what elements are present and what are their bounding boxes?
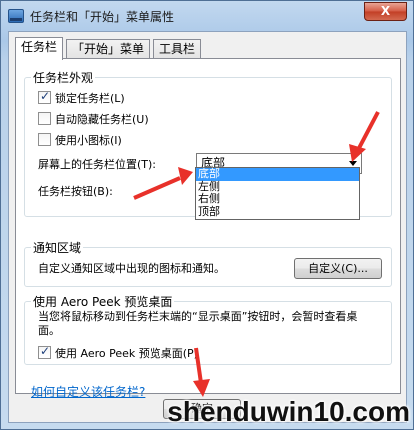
customize-button[interactable]: 自定义(C)... [294, 258, 382, 279]
close-button[interactable]: X [364, 2, 407, 21]
location-label: 屏幕上的任务栏位置(T): [38, 158, 157, 171]
title-bar[interactable]: 任务栏和「开始」菜单属性 X [1, 1, 413, 31]
dialog-window: 任务栏和「开始」菜单属性 X 任务栏 「开始」菜单 工具栏 任务栏外观 锁定任务… [0, 0, 414, 430]
notification-description: 自定义通知区域中出现的图标和通知。 [38, 262, 225, 275]
tab-toolbars[interactable]: 工具栏 [153, 39, 202, 59]
small-icons-label: 使用小图标(I) [55, 134, 122, 147]
use-peek-checkbox[interactable] [38, 344, 51, 359]
dropdown-option-bottom[interactable]: 底部 [196, 168, 359, 181]
buttons-label: 任务栏按钮(B): [38, 185, 113, 198]
small-icons-row[interactable]: 使用小图标(I) [38, 132, 122, 148]
appearance-group-title: 任务栏外观 [31, 69, 96, 86]
auto-hide-row[interactable]: 自动隐藏任务栏(U) [38, 111, 149, 127]
tab-page-taskbar: 任务栏外观 锁定任务栏(L) 自动隐藏任务栏(U) 使用小图标(I) 屏幕上的任… [15, 58, 401, 399]
help-link[interactable]: 如何自定义该任务栏? [31, 383, 145, 400]
location-dropdown-list: 底部 左侧 右侧 顶部 [195, 167, 360, 220]
chevron-down-icon[interactable] [349, 161, 357, 166]
use-peek-row[interactable]: 使用 Aero Peek 预览桌面(P) [38, 344, 198, 361]
dialog-client-area: 任务栏 「开始」菜单 工具栏 任务栏外观 锁定任务栏(L) 自动隐藏任务栏(U)… [8, 31, 407, 423]
dropdown-option-top[interactable]: 顶部 [196, 205, 359, 219]
aero-peek-description: 当您将鼠标移动到任务栏末端的“显示桌面”按钮时，会暂时查看桌面。 [38, 310, 358, 337]
aero-peek-group-title: 使用 Aero Peek 预览桌面 [31, 293, 175, 310]
tab-taskbar[interactable]: 任务栏 [15, 37, 64, 60]
taskbar-app-icon [8, 9, 24, 23]
notification-group-title: 通知区域 [31, 239, 84, 256]
lock-taskbar-label: 锁定任务栏(L) [55, 92, 125, 105]
dropdown-option-right[interactable]: 右侧 [196, 193, 359, 206]
auto-hide-checkbox[interactable] [38, 112, 51, 125]
auto-hide-label: 自动隐藏任务栏(U) [55, 113, 149, 126]
lock-taskbar-checkbox[interactable] [38, 89, 51, 104]
use-peek-label: 使用 Aero Peek 预览桌面(P) [55, 347, 198, 360]
dropdown-option-left[interactable]: 左侧 [196, 180, 359, 194]
lock-taskbar-row[interactable]: 锁定任务栏(L) [38, 89, 125, 106]
window-title: 任务栏和「开始」菜单属性 [30, 10, 175, 24]
small-icons-checkbox[interactable] [38, 133, 51, 146]
tab-start-menu[interactable]: 「开始」菜单 [66, 39, 151, 59]
site-watermark: shenduwin10.com [167, 396, 410, 427]
